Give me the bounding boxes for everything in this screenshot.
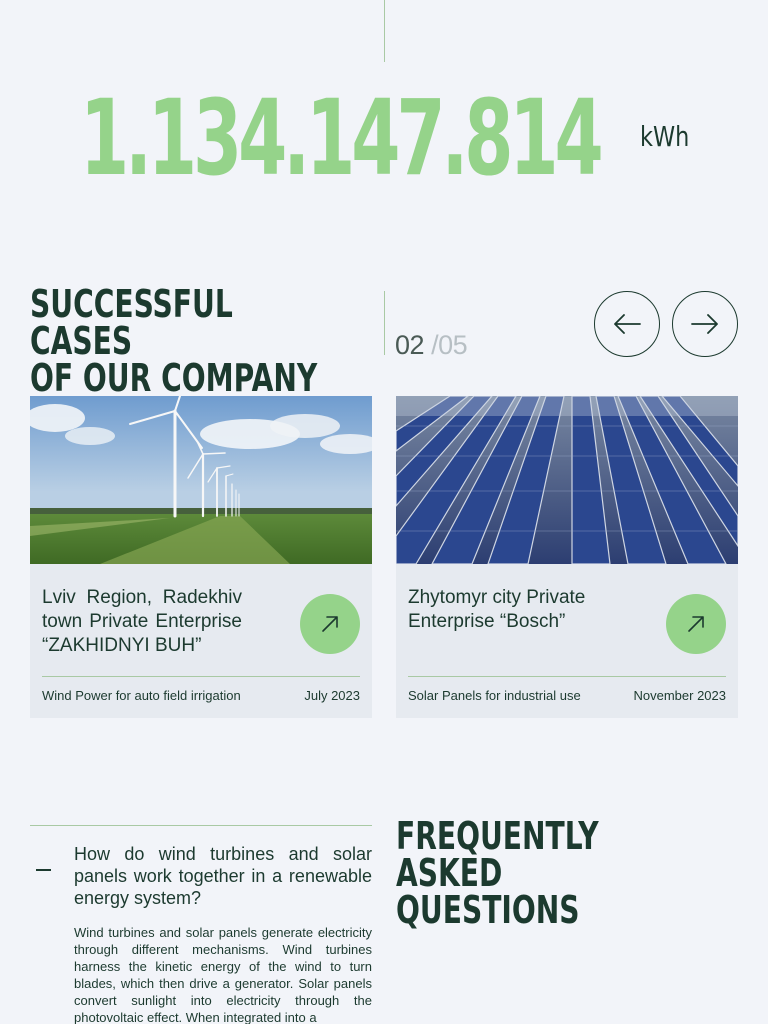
case-description: Solar Panels for industrial use [408, 688, 581, 703]
case-card[interactable]: Zhytomyr city Private Enterprise “Bosch”… [396, 396, 738, 718]
faq-title-line2: QUESTIONS [396, 888, 580, 932]
case-card-body: Lviv Region, Radekhiv town Private Enter… [30, 564, 372, 718]
case-title: Zhytomyr city Private Enterprise “Bosch” [408, 587, 586, 632]
open-case-button[interactable] [666, 594, 726, 654]
pager-current: 02 [395, 330, 425, 360]
case-meta: Solar Panels for industrial use November… [408, 688, 726, 703]
case-date: July 2023 [304, 688, 360, 703]
arrow-up-right-icon [322, 616, 338, 632]
faq-question[interactable]: How do wind turbines and solar panels wo… [74, 843, 372, 909]
arrow-left-icon [614, 314, 641, 334]
case-date: November 2023 [633, 688, 727, 703]
prev-case-button[interactable] [594, 291, 660, 357]
cases-title-line1: SUCCESSFUL CASES [30, 282, 233, 363]
arrow-up-right-icon [688, 616, 704, 632]
arrow-right-icon [691, 314, 718, 334]
case-card-body: Zhytomyr city Private Enterprise “Bosch”… [396, 564, 738, 718]
minus-icon[interactable] [36, 869, 51, 871]
case-title: Lviv Region, Radekhiv town Private Enter… [42, 587, 242, 656]
energy-unit: kWh [640, 120, 690, 153]
faq-title-line1: FREQUENTLY ASKED [396, 814, 599, 895]
case-description: Wind Power for auto field irrigation [42, 688, 241, 703]
faq-item-divider [30, 825, 372, 826]
case-card[interactable]: Lviv Region, Radekhiv town Private Enter… [30, 396, 372, 718]
cases-divider [384, 291, 385, 355]
cases-title: SUCCESSFUL CASES OF OUR COMPANY [30, 285, 326, 400]
top-divider [384, 0, 385, 62]
faq-answer: Wind turbines and solar panels generate … [74, 925, 372, 1024]
cases-pager: 02 /05 [395, 330, 468, 361]
page: 1.134.147.814 kWh SUCCESSFUL CASES OF OU… [0, 0, 768, 1024]
case-card-divider [408, 676, 726, 677]
wind-turbines-field-image [30, 396, 372, 564]
case-card-divider [42, 676, 360, 677]
solar-panels-roof-image [396, 396, 738, 564]
open-case-button[interactable] [300, 594, 360, 654]
faq-title: FREQUENTLY ASKED QUESTIONS [396, 817, 707, 932]
case-meta: Wind Power for auto field irrigation Jul… [42, 688, 360, 703]
cases-title-line2: OF OUR COMPANY [30, 356, 318, 400]
pager-total: 05 [438, 330, 468, 360]
energy-counter: 1.134.147.814 [80, 77, 604, 199]
next-case-button[interactable] [672, 291, 738, 357]
